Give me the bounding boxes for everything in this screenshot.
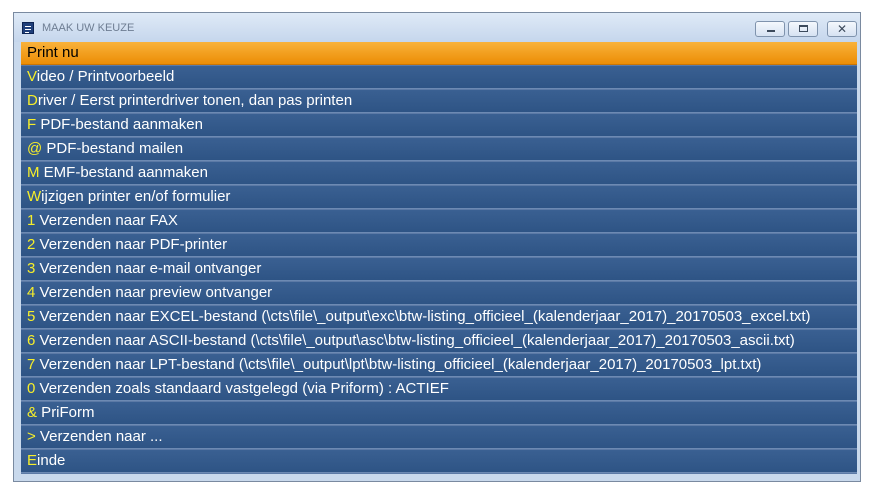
menu-item-send-email[interactable]: 3 Verzenden naar e-mail ontvanger xyxy=(21,258,857,281)
menu-item-label: PriForm xyxy=(37,404,95,421)
hotkey: D xyxy=(27,92,38,109)
hotkey: P xyxy=(27,44,38,61)
title-bar[interactable]: MAAK UW KEUZE ✕ xyxy=(14,13,860,42)
maximize-icon xyxy=(799,25,808,32)
hotkey: M xyxy=(27,164,40,181)
menu-item-label: river / Eerst printerdriver tonen, dan p… xyxy=(37,92,353,109)
menu-item-driver[interactable]: Driver / Eerst printerdriver tonen, dan … xyxy=(21,90,857,113)
hotkey: & xyxy=(27,404,38,421)
menu-item-print-now[interactable]: Print nu xyxy=(21,42,857,65)
menu-item-label: Verzenden naar ... xyxy=(35,428,163,445)
menu-item-label: Verzenden naar preview ontvanger xyxy=(35,284,273,301)
menu-item-label: Verzenden naar LPT-bestand (\cts\file\_o… xyxy=(35,356,762,373)
menu-item-label: Verzenden naar EXCEL-bestand (\cts\file\… xyxy=(35,308,811,325)
choice-menu: Print nu Video / Printvoorbeeld Driver /… xyxy=(21,42,857,474)
menu-item-label: inde xyxy=(37,452,66,469)
menu-item-pdf-create[interactable]: F PDF-bestand aanmaken xyxy=(21,114,857,137)
menu-item-send-to[interactable]: > Verzenden naar ... xyxy=(21,426,857,449)
hotkey: @ xyxy=(27,140,43,157)
menu-item-send-preview[interactable]: 4 Verzenden naar preview ontvanger xyxy=(21,282,857,305)
menu-item-label: Verzenden naar FAX xyxy=(35,212,178,229)
minimize-button[interactable] xyxy=(755,21,785,37)
menu-item-end[interactable]: Einde xyxy=(21,450,857,473)
menu-item-label: ijzigen printer en/of formulier xyxy=(41,188,231,205)
menu-item-send-ascii[interactable]: 6 Verzenden naar ASCII-bestand (\cts\fil… xyxy=(21,330,857,353)
menu-item-label: Verzenden naar PDF-printer xyxy=(35,236,228,253)
menu-item-label: ideo / Printvoorbeeld xyxy=(36,68,175,85)
menu-item-send-pdf-printer[interactable]: 2 Verzenden naar PDF-printer xyxy=(21,234,857,257)
menu-item-label: Verzenden zoals standaard vastgelegd (vi… xyxy=(35,380,449,397)
minimize-icon xyxy=(767,30,775,32)
hotkey: F xyxy=(27,116,37,133)
hotkey: E xyxy=(27,452,38,469)
hotkey: > xyxy=(27,428,36,445)
choice-dialog: MAAK UW KEUZE ✕ Print nu Video / Printvo… xyxy=(13,12,861,482)
menu-item-label: PDF-bestand aanmaken xyxy=(36,116,203,133)
hotkey: W xyxy=(27,188,42,205)
menu-item-change-printer[interactable]: Wijzigen printer en/of formulier xyxy=(21,186,857,209)
menu-item-send-default[interactable]: 0 Verzenden zoals standaard vastgelegd (… xyxy=(21,378,857,401)
menu-item-label: EMF-bestand aanmaken xyxy=(39,164,208,181)
menu-item-send-fax[interactable]: 1 Verzenden naar FAX xyxy=(21,210,857,233)
hotkey: V xyxy=(27,68,37,85)
close-icon: ✕ xyxy=(836,22,848,36)
menu-item-label: Verzenden naar e-mail ontvanger xyxy=(35,260,262,277)
window-title: MAAK UW KEUZE xyxy=(42,22,135,34)
menu-item-emf-create[interactable]: M EMF-bestand aanmaken xyxy=(21,162,857,185)
close-button[interactable]: ✕ xyxy=(827,21,857,37)
menu-item-video-preview[interactable]: Video / Printvoorbeeld xyxy=(21,66,857,89)
menu-item-label: rint nu xyxy=(37,44,79,61)
menu-item-send-excel[interactable]: 5 Verzenden naar EXCEL-bestand (\cts\fil… xyxy=(21,306,857,329)
maximize-button[interactable] xyxy=(788,21,818,37)
menu-item-priform[interactable]: & PriForm xyxy=(21,402,857,425)
menu-item-label: PDF-bestand mailen xyxy=(42,140,184,157)
menu-item-pdf-mail[interactable]: @ PDF-bestand mailen xyxy=(21,138,857,161)
menu-item-label: Verzenden naar ASCII-bestand (\cts\file\… xyxy=(35,332,795,349)
menu-item-send-lpt[interactable]: 7 Verzenden naar LPT-bestand (\cts\file\… xyxy=(21,354,857,377)
menu-list-icon xyxy=(22,22,34,34)
